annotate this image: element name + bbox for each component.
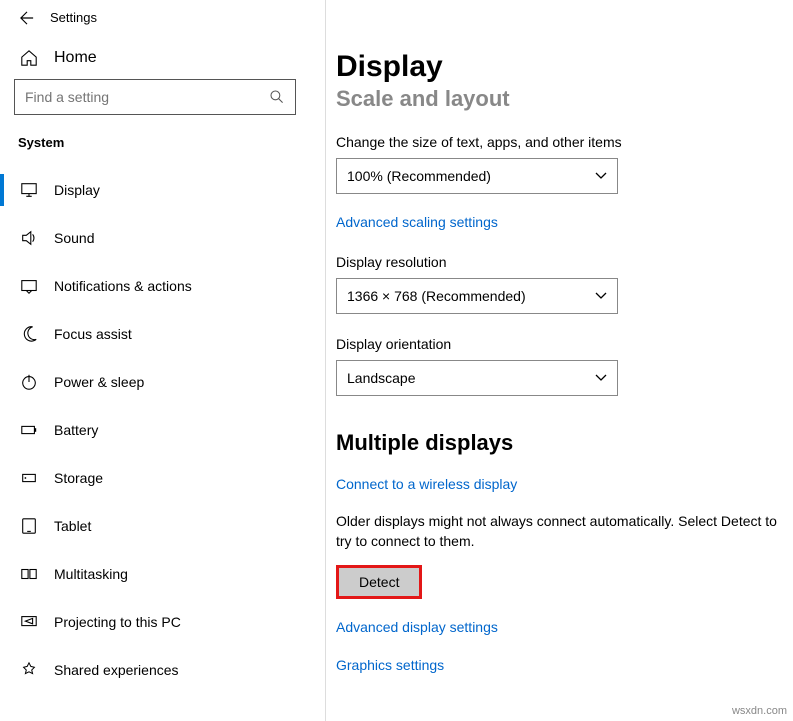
sidebar-item-power-sleep[interactable]: Power & sleep	[0, 358, 318, 406]
orientation-value: Landscape	[347, 370, 416, 386]
sidebar-item-display[interactable]: Display	[0, 166, 318, 214]
sidebar-item-notifications-actions[interactable]: Notifications & actions	[0, 262, 318, 310]
advanced-display-link[interactable]: Advanced display settings	[336, 619, 498, 635]
detect-highlight: Detect	[336, 565, 422, 599]
back-icon[interactable]	[20, 11, 34, 25]
search-input[interactable]	[14, 79, 296, 115]
resolution-label: Display resolution	[336, 254, 793, 270]
detect-description: Older displays might not always connect …	[336, 512, 793, 551]
chevron-down-icon	[595, 374, 607, 382]
chevron-down-icon	[595, 292, 607, 300]
multitasking-icon	[20, 565, 38, 583]
sidebar-item-tablet[interactable]: Tablet	[0, 502, 318, 550]
sidebar-item-multitasking[interactable]: Multitasking	[0, 550, 318, 598]
sidebar-item-label: Power & sleep	[54, 374, 144, 390]
text-size-value: 100% (Recommended)	[347, 168, 491, 184]
search-icon	[269, 89, 285, 105]
window-title: Settings	[50, 10, 97, 25]
orientation-label: Display orientation	[336, 336, 793, 352]
sidebar-item-label: Storage	[54, 470, 103, 486]
sound-icon	[20, 229, 38, 247]
graphics-settings-link[interactable]: Graphics settings	[336, 657, 444, 673]
text-size-dropdown[interactable]: 100% (Recommended)	[336, 158, 618, 194]
notifications-icon	[20, 277, 38, 295]
tablet-icon	[20, 517, 38, 535]
wireless-display-link[interactable]: Connect to a wireless display	[336, 476, 517, 492]
home-button[interactable]: Home	[0, 37, 318, 79]
sidebar-item-label: Multitasking	[54, 566, 128, 582]
page-title: Display	[336, 50, 793, 84]
detect-button[interactable]: Detect	[339, 568, 419, 596]
sidebar-item-projecting-to-this-pc[interactable]: Projecting to this PC	[0, 598, 318, 646]
divider	[325, 0, 326, 721]
sidebar-item-storage[interactable]: Storage	[0, 454, 318, 502]
sidebar-item-label: Display	[54, 182, 100, 198]
scale-section-heading: Scale and layout	[336, 86, 793, 112]
advanced-scaling-link[interactable]: Advanced scaling settings	[336, 214, 498, 230]
sidebar-item-label: Battery	[54, 422, 98, 438]
display-icon	[20, 181, 38, 199]
sidebar-item-label: Projecting to this PC	[54, 614, 181, 630]
focus-icon	[20, 325, 38, 343]
sidebar-item-shared-experiences[interactable]: Shared experiences	[0, 646, 318, 694]
sidebar-item-battery[interactable]: Battery	[0, 406, 318, 454]
battery-icon	[20, 421, 38, 439]
sidebar-item-label: Sound	[54, 230, 94, 246]
search-field[interactable]	[25, 89, 245, 105]
sidebar-item-label: Shared experiences	[54, 662, 179, 678]
orientation-dropdown[interactable]: Landscape	[336, 360, 618, 396]
shared-icon	[20, 661, 38, 679]
power-icon	[20, 373, 38, 391]
storage-icon	[20, 469, 38, 487]
sidebar-item-label: Notifications & actions	[54, 278, 192, 294]
home-label: Home	[54, 49, 97, 67]
resolution-value: 1366 × 768 (Recommended)	[347, 288, 526, 304]
projecting-icon	[20, 613, 38, 631]
sidebar-item-sound[interactable]: Sound	[0, 214, 318, 262]
sidebar-item-label: Tablet	[54, 518, 91, 534]
text-size-label: Change the size of text, apps, and other…	[336, 134, 793, 150]
category-label: System	[0, 127, 318, 166]
resolution-dropdown[interactable]: 1366 × 768 (Recommended)	[336, 278, 618, 314]
watermark: wsxdn.com	[732, 705, 787, 717]
multiple-displays-heading: Multiple displays	[336, 430, 793, 456]
chevron-down-icon	[595, 172, 607, 180]
sidebar-item-label: Focus assist	[54, 326, 132, 342]
home-icon	[20, 49, 38, 67]
sidebar-item-focus-assist[interactable]: Focus assist	[0, 310, 318, 358]
